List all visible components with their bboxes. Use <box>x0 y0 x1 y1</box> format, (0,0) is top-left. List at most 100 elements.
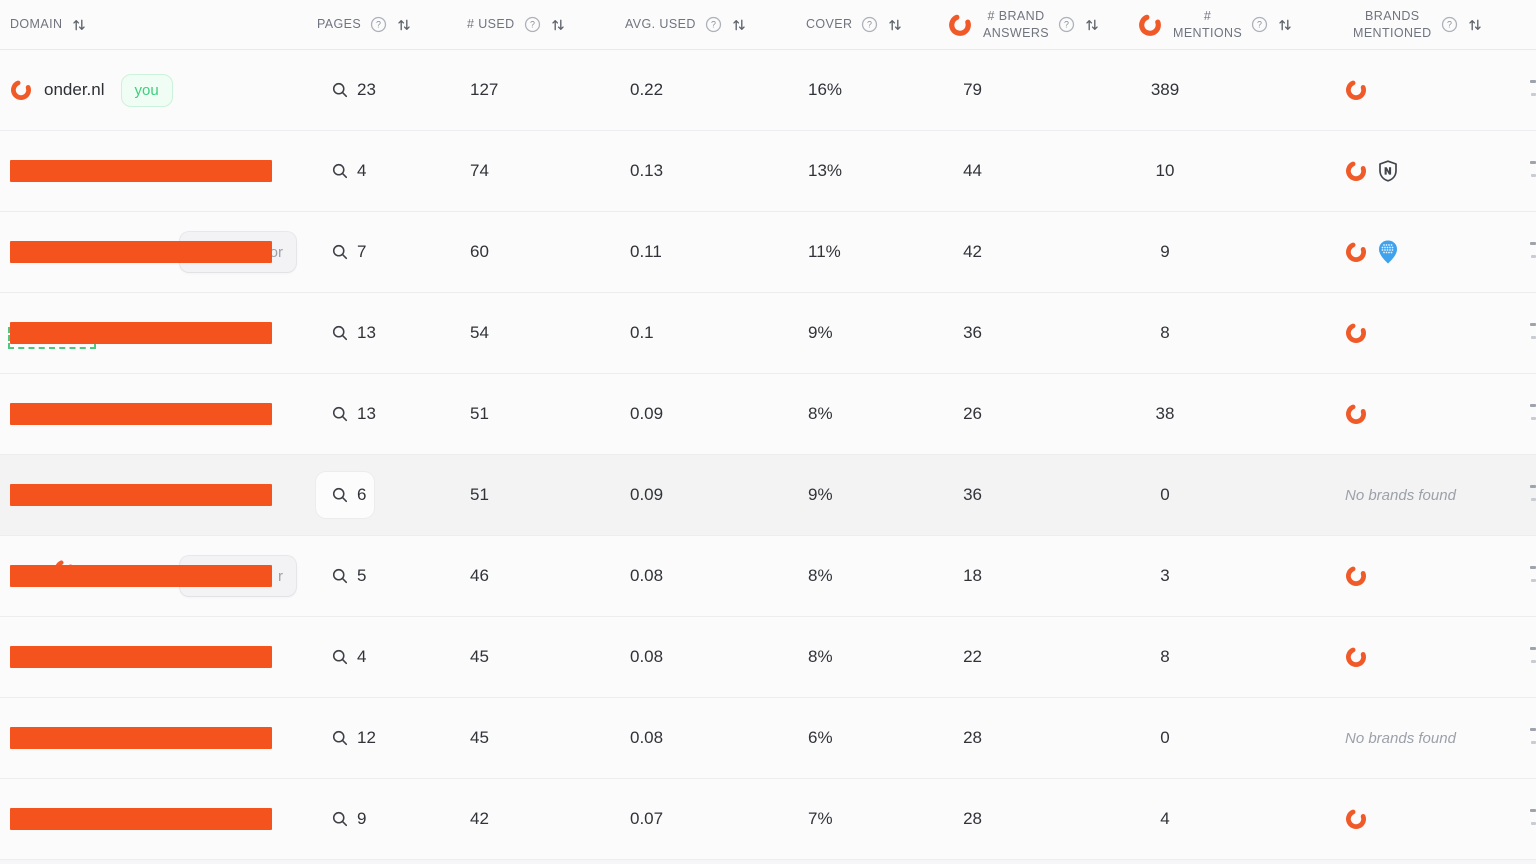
pages-cell[interactable]: 13 <box>331 374 376 454</box>
cover-value: 9% <box>808 293 833 373</box>
help-icon[interactable]: ? <box>1251 16 1268 33</box>
onder-favicon-icon <box>10 79 32 101</box>
svg-text:?: ? <box>1447 20 1452 30</box>
domain-link[interactable]: onder.nl <box>44 80 105 100</box>
no-brands-found-text: No brands found <box>1345 730 1456 747</box>
onder-brand-icon[interactable] <box>1345 565 1367 587</box>
sort-icon[interactable] <box>1467 17 1483 33</box>
help-icon[interactable]: ? <box>1058 16 1075 33</box>
column-label-brands_mentioned: BRANDSMENTIONED <box>1353 8 1432 41</box>
cutoff-column-fragment <box>1528 455 1536 535</box>
partial-next-row <box>0 860 1536 864</box>
onder-brand-icon[interactable] <box>1345 808 1367 830</box>
onder-brand-icon[interactable] <box>1345 160 1367 182</box>
brand-answers-value: 22 <box>912 617 982 697</box>
column-label-used: # USED <box>467 16 515 32</box>
onder-brand-logo-icon <box>1138 13 1162 37</box>
sort-icon[interactable] <box>396 17 412 33</box>
cover-value: 8% <box>808 617 833 697</box>
redaction-bar <box>10 808 272 830</box>
table-row[interactable]: 4740.1313%4410 <box>0 131 1536 212</box>
pages-cell[interactable]: 12 <box>331 698 376 778</box>
mentions-value: 389 <box>1135 50 1195 130</box>
avg-used-value: 0.07 <box>630 779 663 859</box>
sort-icon[interactable] <box>71 17 87 33</box>
help-icon[interactable]: ? <box>370 16 387 33</box>
mentions-value: 8 <box>1135 293 1195 373</box>
pages-cell[interactable]: 9 <box>331 779 366 859</box>
cutoff-column-fragment <box>1528 536 1536 616</box>
table-row[interactable]: 6510.099%360No brands found <box>0 455 1536 536</box>
pages-value: 6 <box>357 485 366 505</box>
pages-cell[interactable]: 7 <box>331 212 366 292</box>
pages-value: 4 <box>357 161 366 181</box>
brand-answers-value: 28 <box>912 698 982 778</box>
map-pin-brand-icon[interactable] <box>1376 239 1400 265</box>
cutoff-column-fragment <box>1528 779 1536 859</box>
search-icon <box>331 810 349 828</box>
brand-answers-value: 36 <box>912 455 982 535</box>
pages-value: 9 <box>357 809 366 829</box>
column-label-line: # USED <box>467 16 515 32</box>
avg-used-value: 0.08 <box>630 617 663 697</box>
column-label-line: AVG. USED <box>625 16 696 32</box>
table-row[interactable]: 4450.088%228 <box>0 617 1536 698</box>
shield-n-brand-icon[interactable] <box>1376 159 1400 183</box>
table-row[interactable]: 13510.098%2638 <box>0 374 1536 455</box>
mentions-value: 4 <box>1135 779 1195 859</box>
table-row[interactable]: 9420.077%284 <box>0 779 1536 860</box>
table-row[interactable]: onder.nlyou231270.2216%79389 <box>0 50 1536 131</box>
svg-text:?: ? <box>376 20 381 30</box>
pages-value: 13 <box>357 404 376 424</box>
mentions-value: 38 <box>1135 374 1195 454</box>
pages-cell[interactable]: 4 <box>331 617 366 697</box>
used-value: 45 <box>470 617 489 697</box>
help-icon[interactable]: ? <box>861 16 878 33</box>
pages-cell[interactable]: 4 <box>331 131 366 211</box>
used-value: 60 <box>470 212 489 292</box>
sort-icon[interactable] <box>1084 17 1100 33</box>
sort-icon[interactable] <box>1277 17 1293 33</box>
cover-value: 6% <box>808 698 833 778</box>
svg-text:?: ? <box>1064 20 1069 30</box>
help-icon[interactable]: ? <box>524 16 541 33</box>
column-header-brands_mentioned: BRANDSMENTIONED? <box>1353 0 1483 49</box>
brands-mentioned-cell <box>1345 536 1367 616</box>
column-label-line: PAGES <box>317 16 361 32</box>
column-header-mentions: #MENTIONS? <box>1138 0 1293 49</box>
column-label-line: COVER <box>806 16 852 32</box>
column-label-pages: PAGES <box>317 16 361 32</box>
onder-brand-icon[interactable] <box>1345 241 1367 263</box>
pages-value: 7 <box>357 242 366 262</box>
search-icon <box>331 405 349 423</box>
table-row[interactable]: or7600.1111%429 <box>0 212 1536 293</box>
sort-icon[interactable] <box>731 17 747 33</box>
you-badge: you <box>121 74 173 107</box>
table-row[interactable]: 13540.19%368 <box>0 293 1536 374</box>
brand-answers-value: 18 <box>912 536 982 616</box>
sort-icon[interactable] <box>887 17 903 33</box>
onder-brand-icon[interactable] <box>1345 403 1367 425</box>
onder-brand-icon[interactable] <box>1345 79 1367 101</box>
column-header-avg_used: AVG. USED? <box>625 0 747 49</box>
used-value: 42 <box>470 779 489 859</box>
onder-brand-icon[interactable] <box>1345 646 1367 668</box>
search-icon <box>331 81 349 99</box>
column-label-line: ANSWERS <box>983 25 1049 41</box>
cover-value: 13% <box>808 131 842 211</box>
pages-cell[interactable]: 13 <box>331 293 376 373</box>
pages-cell[interactable]: 6 <box>331 455 366 535</box>
avg-used-value: 0.22 <box>630 50 663 130</box>
sort-icon[interactable] <box>550 17 566 33</box>
used-value: 51 <box>470 455 489 535</box>
pages-cell[interactable]: 23 <box>331 50 376 130</box>
table-row[interactable]: r5460.088%183 <box>0 536 1536 617</box>
help-icon[interactable]: ? <box>705 16 722 33</box>
pages-cell[interactable]: 5 <box>331 536 366 616</box>
onder-brand-icon[interactable] <box>1345 322 1367 344</box>
redaction-bar <box>10 484 272 506</box>
table-row[interactable]: 12450.086%280No brands found <box>0 698 1536 779</box>
brand-answers-value: 26 <box>912 374 982 454</box>
column-label-mentions: #MENTIONS <box>1173 8 1242 41</box>
help-icon[interactable]: ? <box>1441 16 1458 33</box>
